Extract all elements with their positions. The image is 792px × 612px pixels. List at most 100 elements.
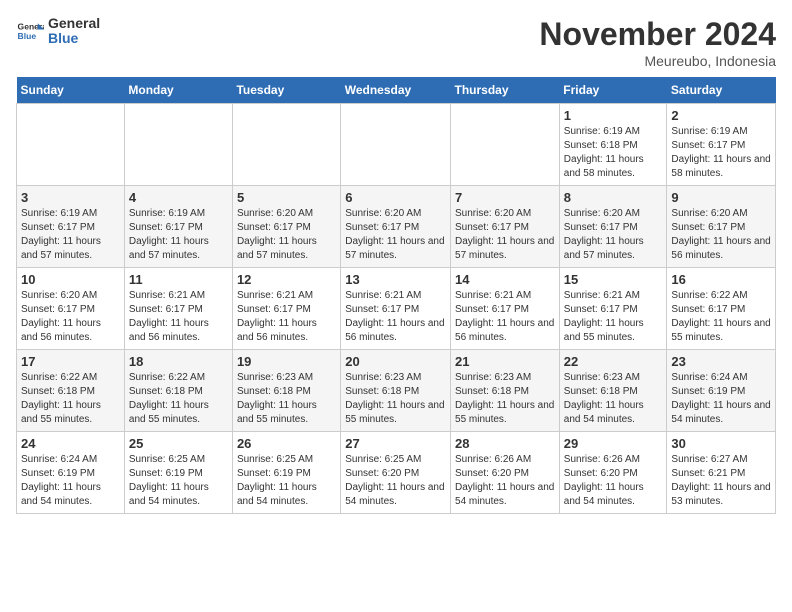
header-wednesday: Wednesday xyxy=(341,77,451,104)
logo-icon: General Blue xyxy=(16,17,44,45)
day-number: 19 xyxy=(237,354,336,369)
day-info: Sunrise: 6:22 AMSunset: 6:18 PMDaylight:… xyxy=(129,371,228,427)
calendar-cell: 17Sunrise: 6:22 AMSunset: 6:18 PMDayligh… xyxy=(17,350,125,432)
calendar-cell xyxy=(124,104,232,186)
calendar-cell: 9Sunrise: 6:20 AMSunset: 6:17 PMDaylight… xyxy=(667,186,776,268)
logo: General Blue General Blue xyxy=(16,16,100,47)
calendar-cell: 13Sunrise: 6:21 AMSunset: 6:17 PMDayligh… xyxy=(341,268,451,350)
day-number: 7 xyxy=(455,190,555,205)
header-tuesday: Tuesday xyxy=(232,77,340,104)
calendar-cell: 23 Sunrise: 6:24 AMSunset: 6:19 PMDayligh… xyxy=(667,350,776,432)
day-info: Sunrise: 6:20 AMSunset: 6:17 PMDaylight:… xyxy=(345,207,446,263)
header-monday: Monday xyxy=(124,77,232,104)
day-info: Sunrise: 6:22 AMSunset: 6:18 PMDaylight:… xyxy=(21,371,120,427)
location: Meureubo, Indonesia xyxy=(539,53,776,69)
day-info: Sunrise: 6:24 AMSunset: 6:19 PMDaylight:… xyxy=(21,453,120,509)
calendar-cell: 29 Sunrise: 6:26 AMSunset: 6:20 PMDayligh… xyxy=(559,432,667,514)
day-info: Sunrise: 6:20 AMSunset: 6:17 PMDaylight:… xyxy=(21,289,120,345)
calendar-cell: 15Sunrise: 6:21 AMSunset: 6:17 PMDayligh… xyxy=(559,268,667,350)
day-number: 22 xyxy=(564,354,663,369)
day-number: 1 xyxy=(564,108,663,123)
calendar-cell: 27Sunrise: 6:25 AMSunset: 6:20 PMDayligh… xyxy=(341,432,451,514)
calendar-week-3: 10 Sunrise: 6:20 AMSunset: 6:17 PMDayligh… xyxy=(17,268,776,350)
day-number: 11 xyxy=(129,272,228,287)
day-info: Sunrise: 6:21 AMSunset: 6:17 PMDaylight:… xyxy=(455,289,555,345)
title-block: November 2024 Meureubo, Indonesia xyxy=(539,16,776,69)
calendar-cell: 20 Sunrise: 6:23 AMSunset: 6:18 PMDayligh… xyxy=(341,350,451,432)
day-number: 6 xyxy=(345,190,446,205)
calendar-week-1: 1 Sunrise: 6:19 AMSunset: 6:18 PMDaylight… xyxy=(17,104,776,186)
day-info: Sunrise: 6:20 AMSunset: 6:17 PMDaylight:… xyxy=(564,207,663,263)
header-friday: Friday xyxy=(559,77,667,104)
day-info: Sunrise: 6:19 AMSunset: 6:17 PMDaylight:… xyxy=(21,207,120,263)
day-number: 8 xyxy=(564,190,663,205)
day-info: Sunrise: 6:26 AMSunset: 6:20 PMDaylight:… xyxy=(564,453,663,509)
day-info: Sunrise: 6:26 AMSunset: 6:20 PMDaylight:… xyxy=(455,453,555,509)
calendar-header-row: SundayMondayTuesdayWednesdayThursdayFrid… xyxy=(17,77,776,104)
day-number: 13 xyxy=(345,272,446,287)
day-info: Sunrise: 6:19 AMSunset: 6:18 PMDaylight:… xyxy=(564,125,663,181)
day-number: 2 xyxy=(671,108,771,123)
calendar-cell: 12 Sunrise: 6:21 AMSunset: 6:17 PMDayligh… xyxy=(232,268,340,350)
calendar-cell xyxy=(17,104,125,186)
day-number: 3 xyxy=(21,190,120,205)
day-number: 26 xyxy=(237,436,336,451)
day-info: Sunrise: 6:27 AMSunset: 6:21 PMDaylight:… xyxy=(671,453,771,509)
calendar-cell: 25Sunrise: 6:25 AMSunset: 6:19 PMDayligh… xyxy=(124,432,232,514)
day-number: 4 xyxy=(129,190,228,205)
calendar-week-5: 24 Sunrise: 6:24 AMSunset: 6:19 PMDayligh… xyxy=(17,432,776,514)
calendar-cell: 2 Sunrise: 6:19 AMSunset: 6:17 PMDaylight… xyxy=(667,104,776,186)
day-info: Sunrise: 6:23 AMSunset: 6:18 PMDaylight:… xyxy=(237,371,336,427)
day-info: Sunrise: 6:23 AMSunset: 6:18 PMDaylight:… xyxy=(345,371,446,427)
day-info: Sunrise: 6:20 AMSunset: 6:17 PMDaylight:… xyxy=(671,207,771,263)
calendar-cell xyxy=(232,104,340,186)
day-number: 10 xyxy=(21,272,120,287)
day-info: Sunrise: 6:25 AMSunset: 6:19 PMDaylight:… xyxy=(237,453,336,509)
day-number: 12 xyxy=(237,272,336,287)
day-number: 29 xyxy=(564,436,663,451)
day-number: 30 xyxy=(671,436,771,451)
calendar-cell: 5Sunrise: 6:20 AMSunset: 6:17 PMDaylight… xyxy=(232,186,340,268)
calendar-cell: 3 Sunrise: 6:19 AMSunset: 6:17 PMDaylight… xyxy=(17,186,125,268)
calendar-cell: 1 Sunrise: 6:19 AMSunset: 6:18 PMDaylight… xyxy=(559,104,667,186)
calendar-table: SundayMondayTuesdayWednesdayThursdayFrid… xyxy=(16,77,776,514)
day-number: 23 xyxy=(671,354,771,369)
day-number: 25 xyxy=(129,436,228,451)
header-saturday: Saturday xyxy=(667,77,776,104)
day-number: 24 xyxy=(21,436,120,451)
calendar-cell: 24 Sunrise: 6:24 AMSunset: 6:19 PMDayligh… xyxy=(17,432,125,514)
page-header: General Blue General Blue November 2024 … xyxy=(16,16,776,69)
calendar-cell: 4Sunrise: 6:19 AMSunset: 6:17 PMDaylight… xyxy=(124,186,232,268)
day-number: 27 xyxy=(345,436,446,451)
day-info: Sunrise: 6:20 AMSunset: 6:17 PMDaylight:… xyxy=(455,207,555,263)
calendar-cell: 10 Sunrise: 6:20 AMSunset: 6:17 PMDayligh… xyxy=(17,268,125,350)
calendar-cell: 7 Sunrise: 6:20 AMSunset: 6:17 PMDaylight… xyxy=(451,186,560,268)
month-title: November 2024 xyxy=(539,16,776,53)
day-info: Sunrise: 6:20 AMSunset: 6:17 PMDaylight:… xyxy=(237,207,336,263)
day-info: Sunrise: 6:21 AMSunset: 6:17 PMDaylight:… xyxy=(237,289,336,345)
calendar-cell: 19 Sunrise: 6:23 AMSunset: 6:18 PMDayligh… xyxy=(232,350,340,432)
calendar-cell: 14 Sunrise: 6:21 AMSunset: 6:17 PMDayligh… xyxy=(451,268,560,350)
day-info: Sunrise: 6:19 AMSunset: 6:17 PMDaylight:… xyxy=(671,125,771,181)
calendar-cell: 28Sunrise: 6:26 AMSunset: 6:20 PMDayligh… xyxy=(451,432,560,514)
calendar-cell xyxy=(451,104,560,186)
calendar-cell: 26 Sunrise: 6:25 AMSunset: 6:19 PMDayligh… xyxy=(232,432,340,514)
calendar-cell: 21 Sunrise: 6:23 AMSunset: 6:18 PMDayligh… xyxy=(451,350,560,432)
day-number: 21 xyxy=(455,354,555,369)
calendar-week-2: 3 Sunrise: 6:19 AMSunset: 6:17 PMDaylight… xyxy=(17,186,776,268)
calendar-cell: 8 Sunrise: 6:20 AMSunset: 6:17 PMDaylight… xyxy=(559,186,667,268)
day-info: Sunrise: 6:24 AMSunset: 6:19 PMDaylight:… xyxy=(671,371,771,427)
calendar-week-4: 17Sunrise: 6:22 AMSunset: 6:18 PMDayligh… xyxy=(17,350,776,432)
calendar-cell: 18 Sunrise: 6:22 AMSunset: 6:18 PMDayligh… xyxy=(124,350,232,432)
calendar-cell xyxy=(341,104,451,186)
header-thursday: Thursday xyxy=(451,77,560,104)
day-number: 20 xyxy=(345,354,446,369)
day-info: Sunrise: 6:22 AMSunset: 6:17 PMDaylight:… xyxy=(671,289,771,345)
day-number: 15 xyxy=(564,272,663,287)
logo-blue: Blue xyxy=(48,31,100,46)
day-info: Sunrise: 6:23 AMSunset: 6:18 PMDaylight:… xyxy=(564,371,663,427)
day-info: Sunrise: 6:23 AMSunset: 6:18 PMDaylight:… xyxy=(455,371,555,427)
day-number: 18 xyxy=(129,354,228,369)
logo-general: General xyxy=(48,16,100,31)
day-number: 14 xyxy=(455,272,555,287)
